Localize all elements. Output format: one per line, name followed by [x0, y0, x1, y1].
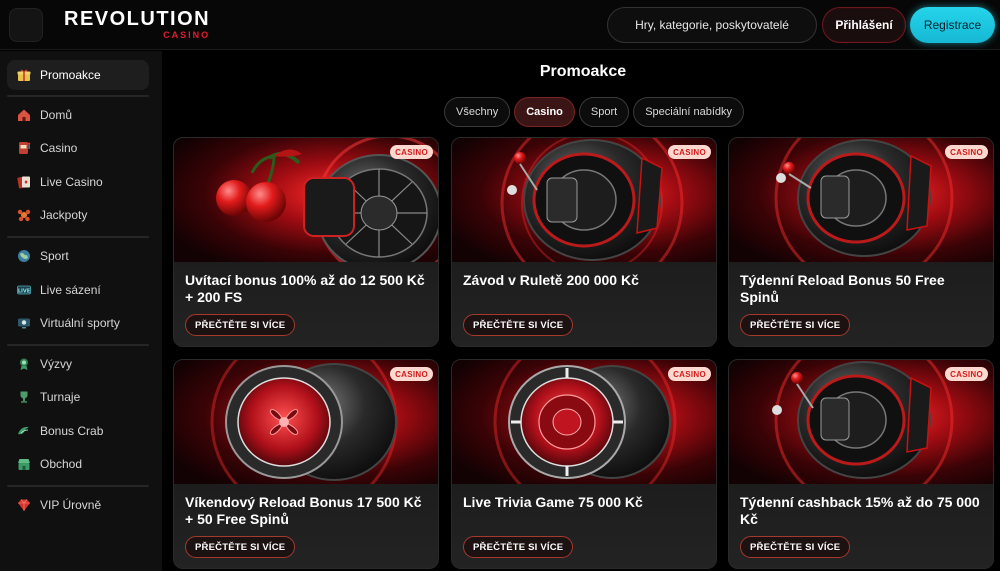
category-badge: CASINO — [390, 367, 433, 381]
sidebar-item-label: Virtuální sporty — [40, 316, 120, 330]
sidebar-item-label: Live Casino — [40, 175, 103, 189]
sidebar-item-home[interactable]: Domů — [7, 100, 149, 130]
category-badge: CASINO — [668, 367, 711, 381]
sidebar-divider — [7, 236, 149, 238]
sidebar-item-casino[interactable]: Casino — [7, 133, 149, 163]
page-title: Promoakce — [539, 63, 627, 80]
promo-card-image: CASINO — [174, 138, 438, 262]
promo-card[interactable]: CASINO Live Trivia Game 75 000 Kč PŘEČTĚ… — [451, 359, 717, 569]
filter-sport[interactable]: Sport — [578, 97, 630, 127]
promo-card-title: Live Trivia Game 75 000 Kč — [463, 494, 643, 510]
home-icon — [17, 108, 31, 122]
category-badge: CASINO — [390, 145, 433, 159]
sidebar-item-jackpots[interactable]: Jackpoty — [7, 200, 149, 230]
virtual-sports-icon — [17, 316, 31, 330]
sidebar-item-shop[interactable]: Obchod — [7, 449, 149, 479]
sidebar-item-tournaments[interactable]: Turnaje — [7, 382, 149, 412]
svg-text:LIVE: LIVE — [18, 288, 31, 294]
sidebar: Promoakce Domů Casino Live Casino Jackpo… — [0, 51, 162, 571]
sidebar-item-label: Promoakce — [40, 68, 101, 82]
sidebar-item-promoakce[interactable]: Promoakce — [7, 60, 149, 90]
sidebar-item-live-casino[interactable]: Live Casino — [7, 167, 149, 197]
trophy-icon — [17, 390, 31, 404]
slot-machine-icon — [17, 141, 31, 155]
promo-card-image: CASINO — [729, 360, 993, 484]
sidebar-item-label: Casino — [40, 141, 78, 155]
sidebar-divider — [7, 485, 149, 487]
promo-card-body: Víkendový Reload Bonus 17 500 Kč + 50 Fr… — [174, 484, 438, 568]
filter-tabs: Všechny Casino Sport Speciální nabídky — [444, 97, 745, 127]
sidebar-item-label: Bonus Crab — [40, 424, 104, 438]
promo-card[interactable]: CASINO Závod v Ruletě 200 000 Kč PŘEČTĚT… — [451, 137, 717, 347]
logo-subtext: CASINO — [163, 30, 211, 40]
register-button[interactable]: Registrace — [910, 7, 995, 43]
sidebar-item-sport[interactable]: Sport — [7, 241, 149, 271]
read-more-button[interactable]: PŘEČTĚTE SI VÍCE — [185, 314, 296, 336]
sidebar-item-bonus-crab[interactable]: Bonus Crab — [7, 416, 149, 446]
filter-casino[interactable]: Casino — [514, 97, 575, 127]
promo-card-title: Víkendový Reload Bonus 17 500 Kč + 50 Fr… — [185, 494, 422, 527]
diamond-icon — [17, 498, 31, 512]
brand-logo[interactable]: REVOLUTION CASINO — [64, 8, 211, 40]
globe-icon — [17, 249, 31, 263]
filter-special-offers[interactable]: Speciální nabídky — [633, 97, 745, 127]
sidebar-item-label: Jackpoty — [40, 208, 88, 222]
sidebar-divider — [7, 344, 149, 346]
shop-icon — [17, 457, 31, 471]
sidebar-item-label: Domů — [40, 108, 73, 122]
sidebar-item-label: Live sázení — [40, 283, 101, 297]
top-header: REVOLUTION CASINO Hry, kategorie, poskyt… — [0, 0, 1000, 50]
promo-card[interactable]: CASINO Víkendový Reload Bonus 17 500 Kč … — [173, 359, 439, 569]
promo-card-body: Uvítací bonus 100% až do 12 500 Kč + 200… — [174, 262, 438, 346]
promo-card-title: Závod v Ruletě 200 000 Kč — [463, 272, 639, 288]
promo-card-title: Uvítací bonus 100% až do 12 500 Kč + 200… — [185, 272, 425, 305]
gift-icon — [17, 68, 31, 82]
login-button[interactable]: Přihlášení — [822, 7, 906, 43]
search-placeholder: Hry, kategorie, poskytovatelé — [635, 18, 789, 32]
promo-card-image: CASINO — [174, 360, 438, 484]
promo-card-image: CASINO — [452, 360, 716, 484]
promo-card[interactable]: CASINO Uvítací bonus 100% až do 12 500 K… — [173, 137, 439, 347]
promo-card-image: CASINO — [729, 138, 993, 262]
sidebar-item-label: Obchod — [40, 457, 83, 471]
promo-card[interactable]: CASINO Týdenní Reload Bonus 50 Free Spin… — [728, 137, 994, 347]
sidebar-item-vip-levels[interactable]: VIP Úrovně — [7, 490, 149, 520]
sidebar-item-live-betting[interactable]: LIVE Live sázení — [7, 275, 149, 305]
promo-card-title: Týdenní Reload Bonus 50 Free Spinů — [740, 272, 945, 305]
logo-text: REVOLUTION — [64, 8, 211, 30]
menu-toggle-button[interactable] — [9, 8, 43, 42]
sidebar-item-label: Turnaje — [40, 390, 81, 404]
category-badge: CASINO — [945, 145, 988, 159]
read-more-button[interactable]: PŘEČTĚTE SI VÍCE — [185, 536, 296, 558]
cards-icon — [17, 175, 31, 189]
live-icon: LIVE — [17, 283, 31, 297]
promo-card-body: Týdenní Reload Bonus 50 Free Spinů PŘEČT… — [729, 262, 993, 346]
sidebar-item-label: Výzvy — [40, 357, 73, 371]
sidebar-item-virtual-sports[interactable]: Virtuální sporty — [7, 308, 149, 338]
category-badge: CASINO — [668, 145, 711, 159]
sidebar-item-label: VIP Úrovně — [40, 498, 102, 512]
read-more-button[interactable]: PŘEČTĚTE SI VÍCE — [740, 536, 851, 558]
category-badge: CASINO — [945, 367, 988, 381]
promo-card-body: Závod v Ruletě 200 000 Kč PŘEČTĚTE SI VÍ… — [452, 262, 716, 346]
read-more-button[interactable]: PŘEČTĚTE SI VÍCE — [463, 314, 574, 336]
search-input[interactable]: Hry, kategorie, poskytovatelé — [607, 7, 817, 43]
challenge-icon — [17, 357, 31, 371]
promo-card-body: Týdenní cashback 15% až do 75 000 Kč PŘE… — [729, 484, 993, 568]
sidebar-divider — [7, 95, 149, 97]
crab-icon — [17, 424, 31, 438]
jackpot-icon — [17, 208, 31, 222]
promo-card-image: CASINO — [452, 138, 716, 262]
read-more-button[interactable]: PŘEČTĚTE SI VÍCE — [740, 314, 851, 336]
filter-all[interactable]: Všechny — [444, 97, 511, 127]
sidebar-item-challenges[interactable]: Výzvy — [7, 349, 149, 379]
promo-card[interactable]: CASINO Týdenní cashback 15% až do 75 000… — [728, 359, 994, 569]
promo-card-body: Live Trivia Game 75 000 Kč PŘEČTĚTE SI V… — [452, 484, 716, 568]
read-more-button[interactable]: PŘEČTĚTE SI VÍCE — [463, 536, 574, 558]
promo-card-title: Týdenní cashback 15% až do 75 000 Kč — [740, 494, 980, 527]
sidebar-item-label: Sport — [40, 249, 69, 263]
